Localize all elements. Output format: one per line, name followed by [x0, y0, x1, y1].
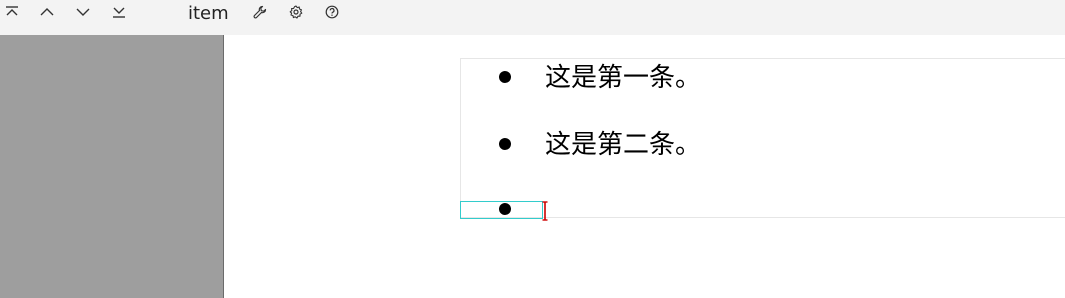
settings-button[interactable]: [284, 0, 308, 24]
last-result-button[interactable]: [107, 0, 131, 24]
first-result-button[interactable]: [0, 0, 24, 24]
chevron-down-icon: [75, 5, 91, 19]
chevron-up-icon: [39, 5, 55, 19]
help-button[interactable]: [320, 0, 344, 24]
bullet-icon: [499, 203, 511, 215]
list-item[interactable]: [460, 192, 1065, 216]
sidebar-panel: [0, 35, 224, 298]
chevron-down-bar-icon: [112, 5, 126, 19]
gear-icon: [289, 5, 303, 19]
tools-button[interactable]: [248, 0, 272, 24]
wrench-icon: [253, 5, 267, 19]
list-item-text: 这是第一条。: [545, 63, 702, 93]
bullet-icon: [499, 138, 511, 150]
chevron-up-bar-icon: [5, 5, 19, 19]
next-result-button[interactable]: [71, 0, 95, 24]
text-cursor-icon: [541, 201, 549, 221]
previous-result-button[interactable]: [35, 0, 59, 24]
bullet-icon: [499, 71, 511, 83]
list-item[interactable]: 这是第一条。: [460, 57, 1065, 97]
list-item-text: 这是第二条。: [545, 130, 702, 160]
list-item[interactable]: 这是第二条。: [460, 124, 1065, 164]
search-toolbar: item: [0, 0, 1065, 35]
search-term: item: [188, 3, 229, 24]
help-icon: [325, 5, 339, 19]
